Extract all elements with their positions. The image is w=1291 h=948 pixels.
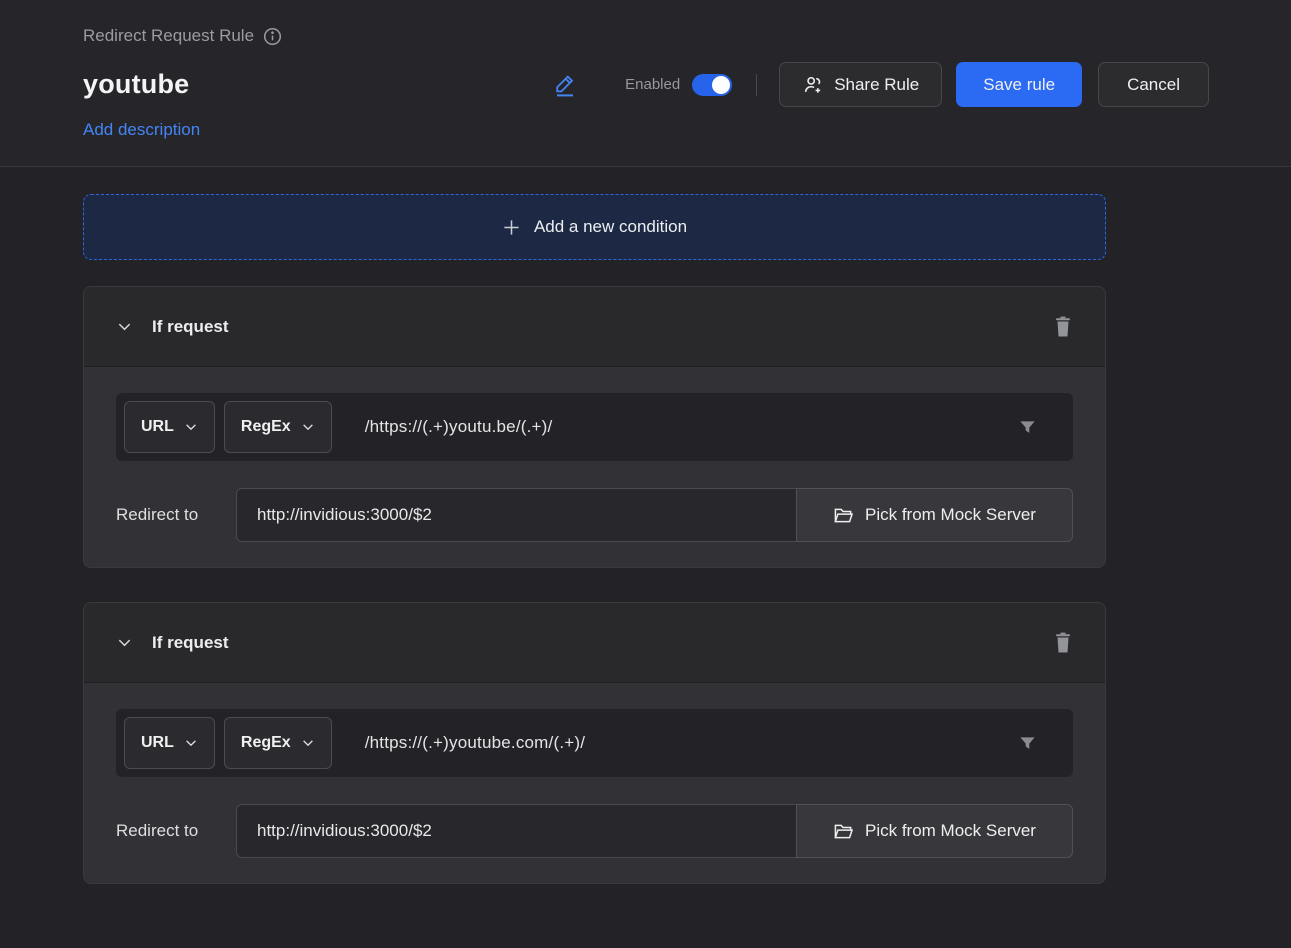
condition-card-header: If request (84, 603, 1105, 683)
rule-name-row: youtube Enabled (83, 62, 1291, 107)
rule-type-row: Redirect Request Rule (83, 0, 1291, 46)
pick-from-mock-server-label: Pick from Mock Server (865, 821, 1036, 841)
save-rule-button[interactable]: Save rule (956, 62, 1082, 107)
chevron-down-icon (301, 420, 315, 434)
source-operator-value: RegEx (241, 418, 291, 436)
condition-card-header: If request (84, 287, 1105, 367)
condition-title: If request (152, 317, 229, 337)
filter-funnel-icon[interactable] (1018, 734, 1037, 753)
plus-icon (502, 218, 521, 237)
redirect-to-label: Redirect to (116, 821, 236, 841)
rule-builder: Add a new condition If request (0, 167, 1291, 924)
info-icon[interactable] (263, 27, 282, 46)
source-operator-value: RegEx (241, 734, 291, 752)
condition-card: If request URL (83, 602, 1106, 884)
edit-pencil-icon[interactable] (553, 72, 577, 98)
rule-name: youtube (83, 69, 189, 100)
trash-icon[interactable] (1052, 314, 1074, 339)
share-rule-button[interactable]: Share Rule (779, 62, 942, 107)
pick-from-mock-server-button[interactable]: Pick from Mock Server (796, 804, 1073, 858)
folder-open-icon (833, 822, 854, 841)
pick-from-mock-server-button[interactable]: Pick from Mock Server (796, 488, 1073, 542)
condition-card: If request URL (83, 286, 1106, 568)
chevron-down-icon (184, 736, 198, 750)
condition-title: If request (152, 633, 229, 653)
user-add-icon (802, 74, 824, 96)
toggle-knob (712, 76, 730, 94)
redirect-url-input[interactable] (236, 488, 797, 542)
source-url-input[interactable]: /https://(.+)youtu.be/(.+)/ (365, 417, 1018, 437)
add-description-link[interactable]: Add description (83, 120, 200, 140)
condition-card-body: URL RegEx /https://(.+)youtu.be/(.+)/ (84, 367, 1105, 567)
cancel-button[interactable]: Cancel (1098, 62, 1209, 107)
trash-icon[interactable] (1052, 630, 1074, 655)
condition-card-body: URL RegEx /https://(.+)youtube.com/(.+)/ (84, 683, 1105, 883)
filter-funnel-icon[interactable] (1018, 418, 1037, 437)
source-operator-dropdown[interactable]: RegEx (224, 401, 332, 453)
redirect-destination-row: Redirect to Pick from Mock Server (116, 804, 1073, 858)
add-condition-button[interactable]: Add a new condition (83, 194, 1106, 260)
header-actions: Enabled Share Rule Save rule Cancel (553, 62, 1209, 107)
share-rule-label: Share Rule (834, 75, 919, 95)
source-condition-row: URL RegEx /https://(.+)youtube.com/(.+)/ (116, 709, 1073, 777)
chevron-down-icon (301, 736, 315, 750)
add-condition-label: Add a new condition (534, 217, 687, 237)
source-condition-row: URL RegEx /https://(.+)youtu.be/(.+)/ (116, 393, 1073, 461)
redirect-to-label: Redirect to (116, 505, 236, 525)
redirect-destination-row: Redirect to Pick from Mock Server (116, 488, 1073, 542)
pick-from-mock-server-label: Pick from Mock Server (865, 505, 1036, 525)
rule-type-label: Redirect Request Rule (83, 26, 254, 46)
vertical-divider (756, 74, 757, 96)
source-key-dropdown[interactable]: URL (124, 717, 215, 769)
redirect-url-input[interactable] (236, 804, 797, 858)
rule-editor-header: Redirect Request Rule youtube Enabled (0, 0, 1291, 167)
source-operator-dropdown[interactable]: RegEx (224, 717, 332, 769)
source-url-input[interactable]: /https://(.+)youtube.com/(.+)/ (365, 733, 1018, 753)
chevron-down-icon (184, 420, 198, 434)
source-key-value: URL (141, 418, 174, 436)
enabled-toggle[interactable] (692, 74, 732, 96)
source-key-dropdown[interactable]: URL (124, 401, 215, 453)
chevron-down-icon[interactable] (116, 634, 133, 651)
chevron-down-icon[interactable] (116, 318, 133, 335)
folder-open-icon (833, 506, 854, 525)
source-key-value: URL (141, 734, 174, 752)
enabled-label: Enabled (625, 76, 680, 93)
